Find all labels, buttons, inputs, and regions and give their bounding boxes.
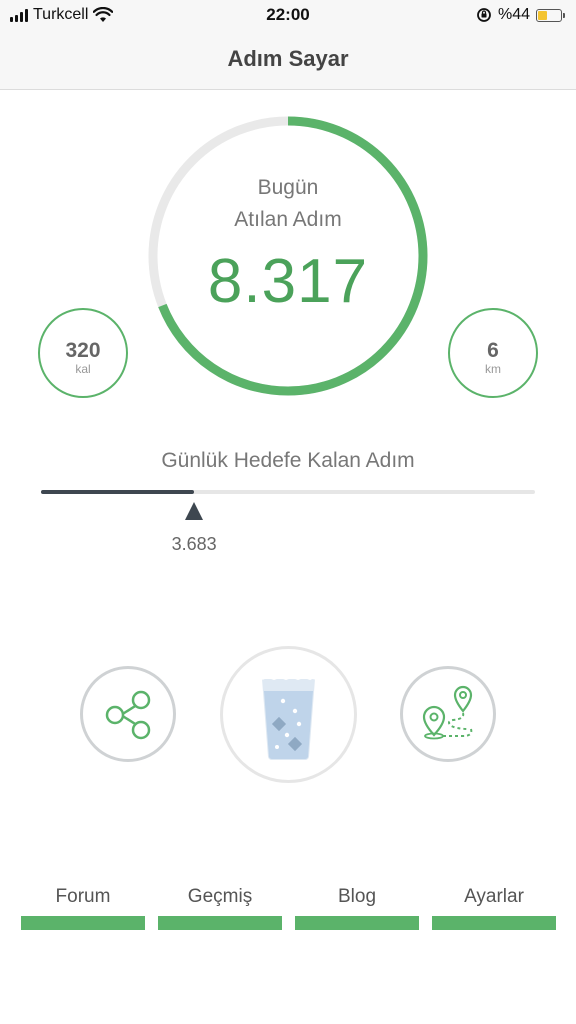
navigation-bar: Adım Sayar <box>0 30 576 90</box>
water-glass-icon <box>261 676 316 760</box>
tab-forum-label: Forum <box>55 886 111 907</box>
tab-history-bar <box>158 916 282 930</box>
calories-unit: kal <box>75 362 91 376</box>
tab-blog[interactable]: Blog <box>295 886 419 930</box>
distance-value: 6 <box>487 339 499 362</box>
tab-forum-bar <box>21 916 145 930</box>
tab-blog-label: Blog <box>337 886 377 907</box>
today-label: Bugün <box>257 176 319 199</box>
tab-forum[interactable]: Forum <box>21 886 145 930</box>
steps-taken-label: Atılan Adım <box>234 208 342 231</box>
goal-marker-icon <box>185 502 204 520</box>
tab-settings-label: Ayarlar <box>464 886 524 907</box>
calories-stat: 320 kal <box>38 308 128 398</box>
goal-progress-track <box>41 490 535 494</box>
battery-level <box>538 10 548 20</box>
calories-value: 320 <box>65 339 101 362</box>
battery-percentage: %44 <box>497 6 530 23</box>
goal-progress-fill <box>41 490 195 494</box>
tab-blog-bar <box>295 916 419 930</box>
status-bar: Turkcell 22:00 %44 <box>0 0 576 30</box>
step-count: 8.317 <box>207 247 369 316</box>
water-button[interactable] <box>220 646 357 783</box>
goal-title: Günlük Hedefe Kalan Adım <box>161 449 415 472</box>
battery-icon <box>536 8 565 22</box>
page-title: Adım Sayar <box>227 46 349 71</box>
status-right: %44 <box>476 6 565 24</box>
distance-stat: 6 km <box>448 308 538 398</box>
share-icon <box>105 690 151 740</box>
tab-settings[interactable]: Ayarlar <box>432 886 556 930</box>
tab-history-label: Geçmiş <box>187 886 253 907</box>
map-route-icon <box>422 685 473 740</box>
tab-history[interactable]: Geçmiş <box>158 886 282 930</box>
share-button[interactable] <box>80 666 176 762</box>
tab-settings-bar <box>432 916 556 930</box>
remaining-steps: 3.683 <box>171 534 217 554</box>
rotation-lock-icon <box>477 8 491 22</box>
route-map-button[interactable] <box>400 666 496 762</box>
distance-unit: km <box>485 362 501 376</box>
